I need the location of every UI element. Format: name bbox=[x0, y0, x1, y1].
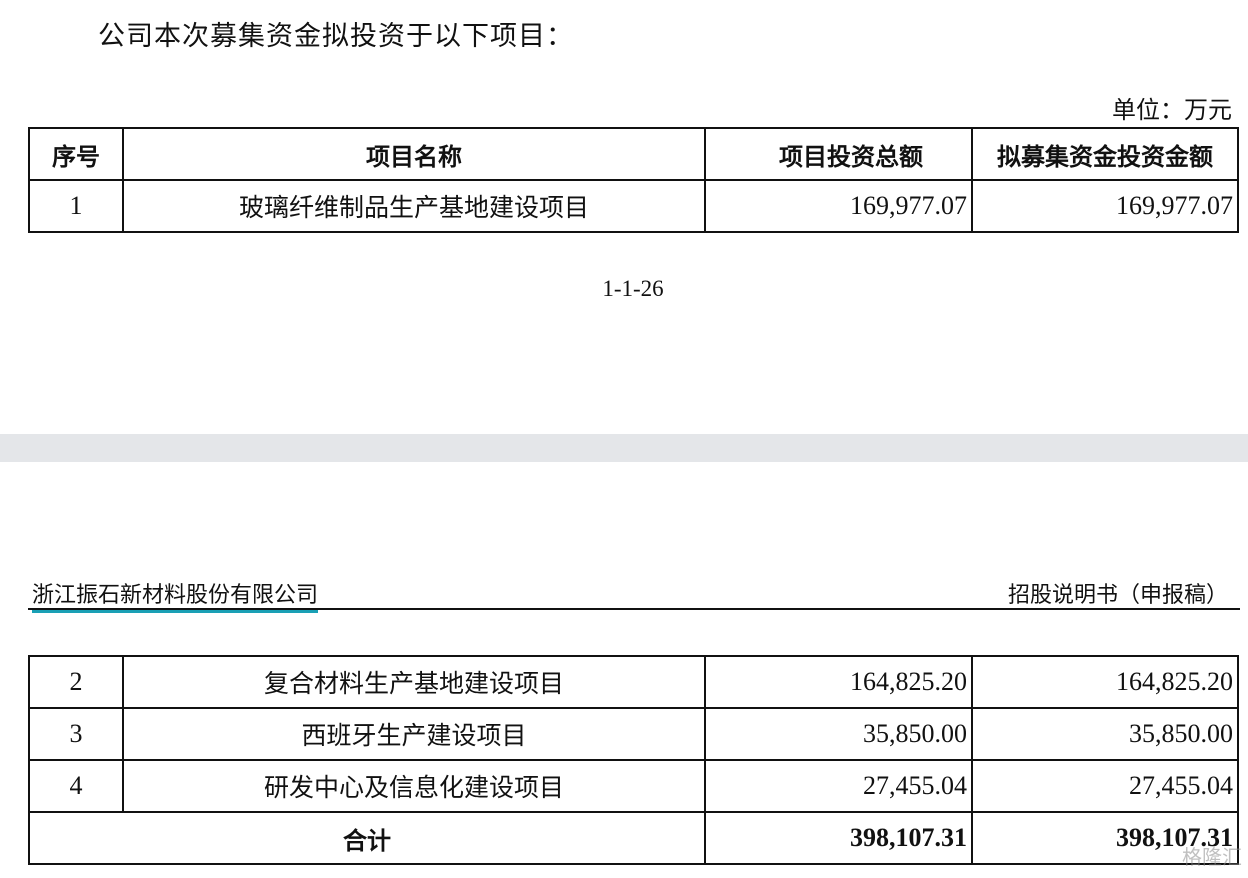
table-row: 3 西班牙生产建设项目 35,850.00 35,850.00 bbox=[28, 707, 1239, 761]
row-total-investment: 164,825.20 bbox=[704, 655, 973, 709]
table-row: 4 研发中心及信息化建设项目 27,455.04 27,455.04 bbox=[28, 759, 1239, 813]
header-project-name: 项目名称 bbox=[122, 127, 706, 181]
row-raised-funds: 169,977.07 bbox=[971, 179, 1239, 233]
row-total-investment: 35,850.00 bbox=[704, 707, 973, 761]
row-index: 2 bbox=[28, 655, 124, 709]
row-total-investment: 27,455.04 bbox=[704, 759, 973, 813]
row-raised-funds: 164,825.20 bbox=[971, 655, 1239, 709]
table-row: 1 玻璃纤维制品生产基地建设项目 169,977.07 169,977.07 bbox=[28, 179, 1239, 233]
row-raised-funds: 27,455.04 bbox=[971, 759, 1239, 813]
total-row: 合计 398,107.31 398,107.31 bbox=[28, 811, 1239, 865]
watermark-text: 格隆汇 bbox=[1182, 845, 1242, 869]
header-rule bbox=[28, 608, 1240, 610]
watermark-logo: 格隆汇 bbox=[1182, 841, 1242, 870]
row-project-name: 西班牙生产建设项目 bbox=[122, 707, 706, 761]
row-index: 1 bbox=[28, 179, 124, 233]
table-row: 2 复合材料生产基地建设项目 164,825.20 164,825.20 bbox=[28, 655, 1239, 709]
table-header-row: 序号 项目名称 项目投资总额 拟募集资金投资金额 bbox=[28, 127, 1239, 181]
row-project-name: 玻璃纤维制品生产基地建设项目 bbox=[122, 179, 706, 233]
row-raised-funds: 35,850.00 bbox=[971, 707, 1239, 761]
header-index: 序号 bbox=[28, 127, 124, 181]
page-number: 1-1-26 bbox=[602, 276, 664, 301]
header-raised-funds: 拟募集资金投资金额 bbox=[971, 127, 1239, 181]
row-project-name: 复合材料生产基地建设项目 bbox=[122, 655, 706, 709]
row-total-investment: 169,977.07 bbox=[704, 179, 973, 233]
page-separator bbox=[0, 434, 1248, 462]
total-investment: 398,107.31 bbox=[704, 811, 973, 865]
investment-table-part1: 序号 项目名称 项目投资总额 拟募集资金投资金额 1 玻璃纤维制品生产基地建设项… bbox=[28, 127, 1239, 233]
total-label: 合计 bbox=[28, 811, 706, 865]
row-index: 3 bbox=[28, 707, 124, 761]
investment-table-part2: 2 复合材料生产基地建设项目 164,825.20 164,825.20 3 西… bbox=[28, 655, 1239, 865]
row-project-name: 研发中心及信息化建设项目 bbox=[122, 759, 706, 813]
unit-label: 单位：万元 bbox=[1112, 96, 1232, 124]
header-total-investment: 项目投资总额 bbox=[704, 127, 973, 181]
document-type: 招股说明书（申报稿） bbox=[1007, 583, 1228, 608]
row-index: 4 bbox=[28, 759, 124, 813]
intro-text: 公司本次募集资金拟投资于以下项目： bbox=[98, 21, 574, 52]
